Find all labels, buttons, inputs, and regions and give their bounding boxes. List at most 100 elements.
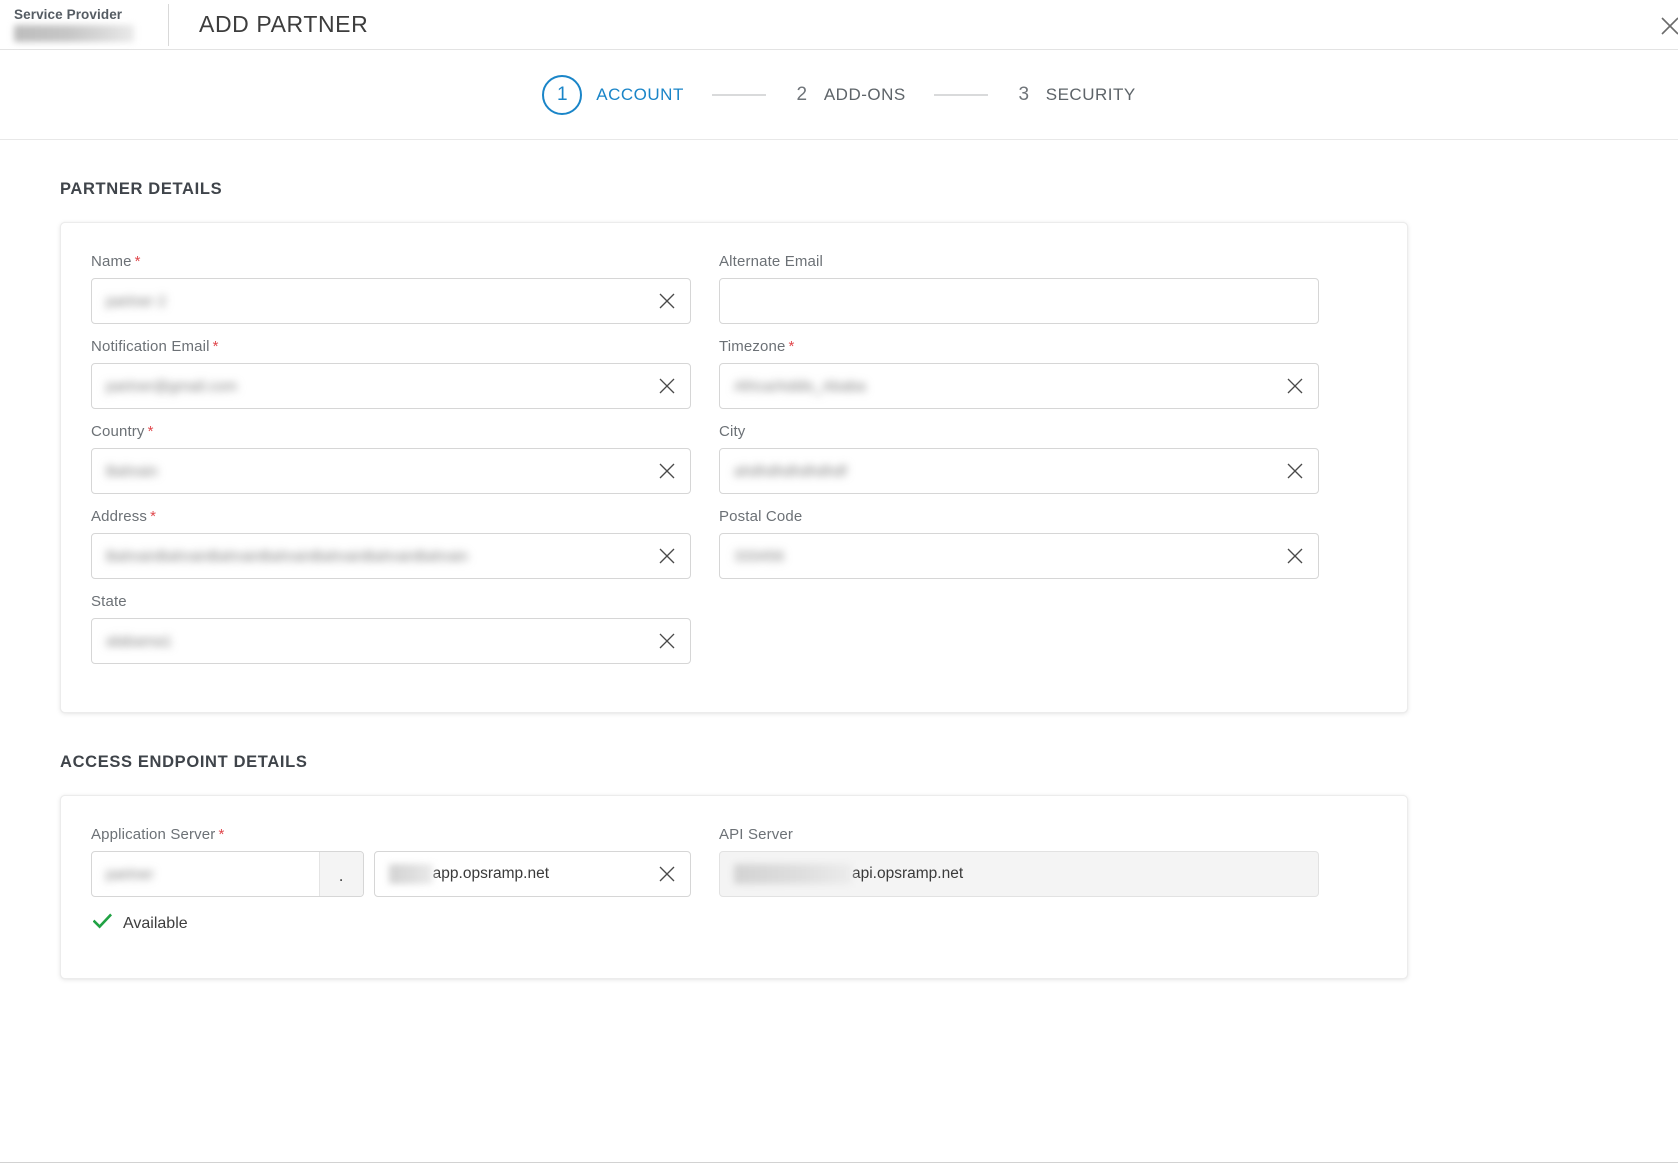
field-timezone-required-asterisk: *	[788, 338, 795, 355]
clear-icon[interactable]	[1284, 375, 1306, 397]
field-timezone-label-text: Timezone	[719, 338, 786, 355]
field-alternate-email: Alternate Email	[719, 253, 1319, 324]
city-input[interactable]: ahdhdhdhdhdhdf	[719, 448, 1319, 494]
step-account[interactable]: 1 ACCOUNT	[542, 74, 684, 115]
availability-status: Available	[92, 913, 691, 934]
city-input-value: ahdhdhdhdhdhdf	[734, 462, 847, 480]
availability-status-text: Available	[123, 914, 188, 932]
clear-icon[interactable]	[1284, 545, 1306, 567]
field-address-required-asterisk: *	[150, 508, 157, 525]
partner-details-section-title: PARTNER DETAILS	[60, 180, 223, 198]
field-alternate-email-label-text: Alternate Email	[719, 253, 823, 270]
api-server-column: API Server api.opsramp.net	[719, 826, 1319, 934]
field-country-label-text: Country	[91, 423, 145, 440]
api-server-input: api.opsramp.net	[719, 851, 1319, 897]
application-server-subdomain-group[interactable]: partner .	[91, 851, 364, 897]
application-server-domain-prefix-redacted	[388, 864, 433, 884]
stepper-connector-1	[711, 93, 766, 96]
notification-email-input-value: partner@gmail.com	[106, 377, 238, 395]
access-endpoint-grid: Application Server * partner . app.opsram…	[91, 826, 1377, 934]
application-server-domain-input[interactable]: app.opsramp.net	[373, 851, 691, 897]
top-header-bar: Service Provider ADD PARTNER	[0, 0, 1678, 50]
address-input[interactable]: BahrainBahrainBahrainBahrainBahrainBahra…	[91, 533, 691, 579]
field-city-label-text: City	[719, 423, 746, 440]
partner-details-card: Name * partner 2 Notification Email * part…	[60, 222, 1408, 713]
field-api-server-label: API Server	[719, 826, 1319, 843]
field-application-server-label: Application Server *	[91, 826, 691, 843]
step-2-number: 2	[796, 83, 808, 105]
field-postal-code-label-text: Postal Code	[719, 508, 803, 525]
field-postal-code: Postal Code 333456	[719, 508, 1319, 579]
field-notification-email-label: Notification Email *	[91, 338, 691, 355]
country-input-value: Bahrain	[106, 462, 158, 480]
page-title: ADD PARTNER	[199, 11, 369, 37]
clear-icon[interactable]	[656, 863, 678, 885]
notification-email-input[interactable]: partner@gmail.com	[91, 363, 691, 409]
api-server-suffix: api.opsramp.net	[852, 865, 964, 882]
form-scroll-region[interactable]: PARTNER DETAILS Name * partner 2 Notific…	[0, 140, 1678, 1162]
field-notification-email: Notification Email * partner@gmail.com	[91, 338, 691, 409]
field-state-label-text: State	[91, 593, 127, 610]
step-3-label: SECURITY	[1045, 84, 1136, 104]
partner-details-left-column: Name * partner 2 Notification Email * part…	[91, 253, 691, 678]
access-endpoint-section-title: ACCESS ENDPOINT DETAILS	[60, 753, 308, 771]
state-input[interactable]: alabama1	[91, 618, 691, 664]
header-divider	[168, 3, 169, 46]
field-api-server: API Server api.opsramp.net	[719, 826, 1319, 897]
application-server-column: Application Server * partner . app.opsram…	[91, 826, 691, 934]
field-alternate-email-label: Alternate Email	[719, 253, 1319, 270]
postal-code-input[interactable]: 333456	[719, 533, 1319, 579]
wizard-stepper: 1 ACCOUNT 2 ADD-ONS 3 SECURITY	[0, 50, 1678, 140]
field-country-label: Country *	[91, 423, 691, 440]
step-1-number: 1	[542, 74, 583, 115]
field-country: Country * Bahrain	[91, 423, 691, 494]
field-address-label-text: Address	[91, 508, 148, 525]
clear-icon[interactable]	[656, 290, 678, 312]
field-state-label: State	[91, 593, 691, 610]
clear-icon[interactable]	[656, 460, 678, 482]
field-name-label-text: Name	[91, 253, 132, 270]
address-input-value: BahrainBahrainBahrainBahrainBahrainBahra…	[106, 547, 468, 565]
field-state: State alabama1	[91, 593, 691, 664]
step-1-label: ACCOUNT	[596, 84, 684, 104]
field-application-server-label-text: Application Server	[91, 826, 216, 843]
partner-details-grid: Name * partner 2 Notification Email * part…	[91, 253, 1377, 678]
field-name-required-asterisk: *	[134, 253, 141, 270]
clear-icon[interactable]	[656, 545, 678, 567]
application-server-subdomain-input[interactable]: partner	[92, 852, 319, 896]
close-icon[interactable]	[1653, 9, 1678, 43]
country-input[interactable]: Bahrain	[91, 448, 691, 494]
field-notification-email-required-asterisk: *	[212, 338, 219, 355]
field-api-server-label-text: API Server	[719, 826, 794, 843]
postal-code-input-value: 333456	[734, 547, 785, 565]
form-content: PARTNER DETAILS Name * partner 2 Notific…	[0, 140, 1678, 979]
application-server-domain-suffix: app.opsramp.net	[432, 865, 549, 882]
clear-icon[interactable]	[656, 630, 678, 652]
field-address: Address * BahrainBahrainBahrainBahrainBah…	[91, 508, 691, 579]
name-input[interactable]: partner 2	[91, 278, 691, 324]
field-name: Name * partner 2	[91, 253, 691, 324]
service-provider-label: Service Provider	[14, 7, 123, 22]
field-notification-email-label-text: Notification Email	[91, 338, 210, 355]
field-name-label: Name *	[91, 253, 691, 270]
api-server-prefix-redacted	[734, 864, 852, 884]
service-provider-name-redacted	[14, 25, 134, 42]
alternate-email-input[interactable]	[719, 278, 1319, 324]
stepper-connector-2	[933, 93, 988, 96]
step-add-ons[interactable]: 2 ADD-ONS	[794, 84, 906, 106]
name-input-value: partner 2	[106, 292, 167, 310]
service-provider-block: Service Provider	[0, 0, 168, 49]
field-city-label: City	[719, 423, 1319, 440]
field-city: City ahdhdhdhdhdhdf	[719, 423, 1319, 494]
timezone-input-value: Africa/Addis_Ababa	[734, 377, 866, 395]
dot-separator: .	[318, 852, 363, 896]
clear-icon[interactable]	[1284, 460, 1306, 482]
clear-icon[interactable]	[656, 375, 678, 397]
application-server-subdomain-value: partner	[106, 865, 154, 883]
timezone-input[interactable]: Africa/Addis_Ababa	[719, 363, 1319, 409]
wizard-footer: CANCEL NEXT	[0, 1162, 1678, 1171]
field-timezone-label: Timezone *	[719, 338, 1319, 355]
step-3-number: 3	[1018, 83, 1030, 105]
field-address-label: Address *	[91, 508, 691, 525]
step-security[interactable]: 3 SECURITY	[1016, 84, 1136, 106]
